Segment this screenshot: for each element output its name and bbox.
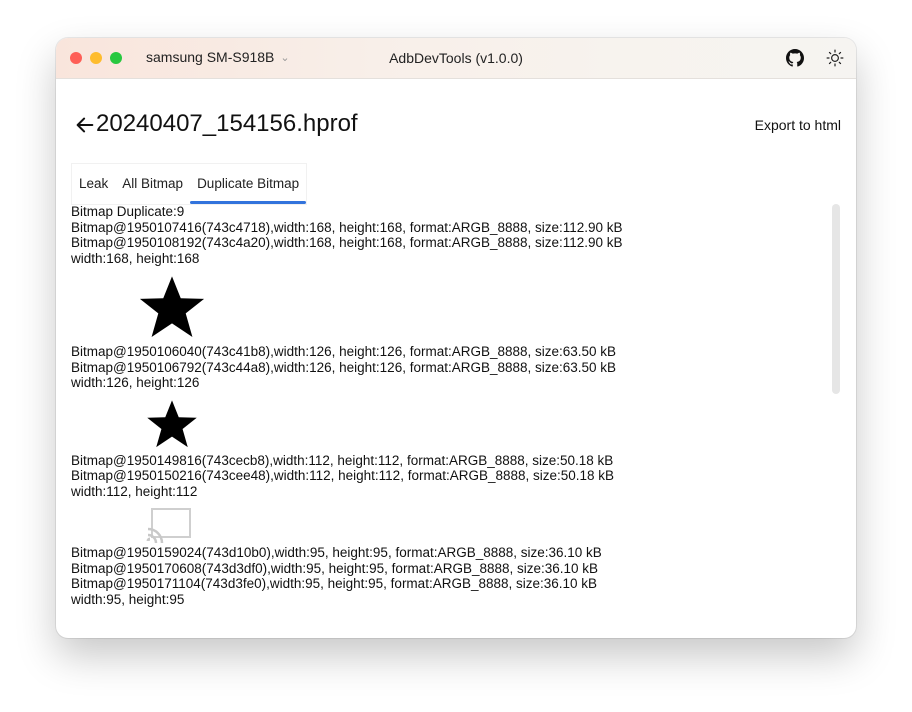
bitmap-entry: Bitmap@1950149816(743cecb8),width:112, h… bbox=[71, 452, 614, 468]
bitmap-dims: width:126, height:126 bbox=[71, 375, 200, 390]
duplicate-bitmap-list: Bitmap Duplicate:9 Bitmap@1950107416(743… bbox=[71, 204, 831, 638]
back-arrow-icon[interactable] bbox=[74, 114, 96, 136]
bitmap-dims: width:112, height:112 bbox=[71, 483, 198, 499]
page-title: 20240407_154156.hprof bbox=[96, 110, 358, 137]
github-icon[interactable] bbox=[786, 49, 804, 67]
bitmap-dims: width:168, height:168 bbox=[71, 250, 200, 266]
tab-all-bitmap[interactable]: All Bitmap bbox=[115, 164, 190, 204]
bitmap-entry: Bitmap@1950108192(743c4a20),width:168, h… bbox=[71, 235, 623, 250]
bitmap-entry: Bitmap@1950159024(743d10b0),width:95, he… bbox=[71, 545, 602, 560]
tab-leak[interactable]: Leak bbox=[72, 164, 115, 204]
bitmap-entry: Bitmap@1950170608(743d3df0),width:95, he… bbox=[71, 560, 599, 576]
bitmap-entry: Bitmap@1950106792(743c44a8),width:126, h… bbox=[71, 359, 617, 375]
star-icon bbox=[147, 399, 197, 447]
app-window: samsung SM-S918B ⌄ AdbDevTools (v1.0.0) … bbox=[56, 38, 856, 638]
bitmap-entry: Bitmap@1950107416(743c4718),width:168, h… bbox=[71, 219, 623, 235]
cast-icon bbox=[146, 508, 191, 543]
bitmap-entry: Bitmap@1950171104(743d3fe0),width:95, he… bbox=[71, 576, 598, 591]
theme-toggle-sun-icon[interactable] bbox=[826, 49, 844, 67]
duplicate-summary: Bitmap Duplicate:9 bbox=[71, 204, 185, 219]
bitmap-entry: Bitmap@1950106040(743c41b8),width:126, h… bbox=[71, 344, 617, 359]
export-to-html-button[interactable]: Export to html bbox=[755, 117, 841, 133]
tab-bar: Leak All Bitmap Duplicate Bitmap bbox=[72, 164, 307, 204]
title-bar: samsung SM-S918B ⌄ AdbDevTools (v1.0.0) bbox=[56, 38, 856, 79]
tab-duplicate-bitmap[interactable]: Duplicate Bitmap bbox=[190, 164, 307, 204]
vertical-scrollbar[interactable] bbox=[832, 204, 840, 394]
star-icon bbox=[139, 276, 205, 338]
bitmap-dims: width:95, height:95 bbox=[71, 591, 185, 607]
app-title: AdbDevTools (v1.0.0) bbox=[389, 50, 523, 66]
bitmap-entry: Bitmap@1950150216(743cee48),width:112, h… bbox=[71, 468, 615, 483]
